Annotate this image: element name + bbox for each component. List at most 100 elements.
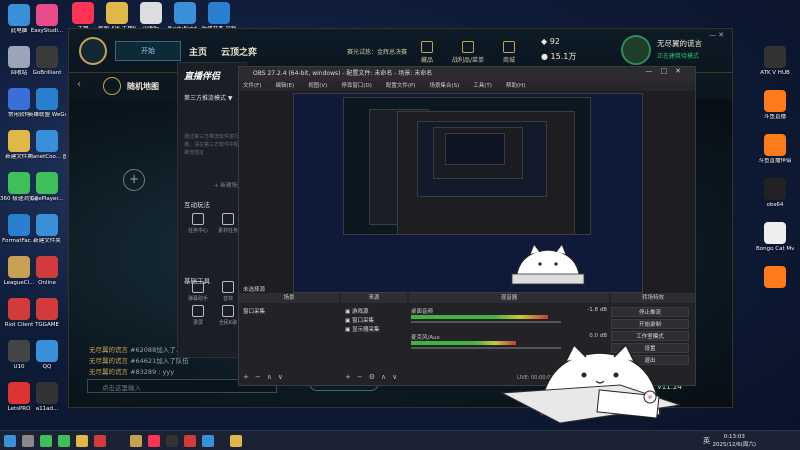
obs-menu-item[interactable]: 编辑(E) xyxy=(275,83,294,89)
desktop-icon-left-8-icon xyxy=(8,340,30,362)
stream-mode-select[interactable]: 第三方推流模式 ▼ xyxy=(184,93,244,102)
browser-icon[interactable] xyxy=(58,435,70,447)
companion-tool[interactable]: 任务中心 xyxy=(186,213,210,234)
tool-label: 任务中心 xyxy=(187,228,208,234)
nav-home[interactable]: 主页 xyxy=(189,45,207,58)
nav-tft[interactable]: 云顶之弈 xyxy=(221,45,257,58)
desktop-icon-col2-8[interactable]: QQ xyxy=(28,340,66,371)
back-arrow-icon[interactable]: ‹ xyxy=(77,79,81,90)
obs-menu-item[interactable]: 文件(F) xyxy=(243,83,261,89)
invite-plus-icon[interactable]: + xyxy=(123,169,145,191)
desktop-icon-col2-0[interactable]: EasyStudi... xyxy=(28,4,66,35)
no-source-selected: 未选择源 xyxy=(243,287,266,293)
companion-tool[interactable]: 全民K歌 xyxy=(216,305,240,326)
league-taskbar-icon[interactable] xyxy=(130,435,142,447)
chat-line-name: 无尽翼的谎言 xyxy=(89,357,131,365)
obs-menu-item[interactable]: 工具(T) xyxy=(473,83,492,89)
obs-control-button[interactable]: 开始录制 xyxy=(611,319,689,329)
summoner-status: 正在建筑待模式 xyxy=(657,53,700,60)
desktop-icon-col2-7[interactable]: TGGAME xyxy=(28,298,66,329)
system-clock[interactable]: 0:13:03 2025/12/6(周六) xyxy=(713,433,757,449)
obs-menu-item[interactable]: 视图(V) xyxy=(308,83,327,89)
desktop-icon-col2-3[interactable]: PlanetCoo... 图片方式 xyxy=(28,130,66,161)
obs-source-item[interactable]: ▣ 游戏源 xyxy=(345,307,368,315)
desktop-icon-col2-7-icon xyxy=(36,298,58,320)
desktop-icon-right-2-label: 斗鱼直播伴侣 xyxy=(758,158,792,164)
league-logo-icon xyxy=(79,37,107,65)
obs-menu-item[interactable]: 停靠窗口(D) xyxy=(341,83,372,89)
desktop-icon-right-5[interactable] xyxy=(756,266,794,290)
summoner-avatar[interactable] xyxy=(621,35,651,65)
desktop-icon-col2-6[interactable]: Online xyxy=(28,256,66,287)
app-icon-red[interactable] xyxy=(94,435,106,447)
desktop-icon-col2-2[interactable]: 英雄联盟 WeGame xyxy=(28,88,66,119)
obs-window-controls[interactable]: —□✕ xyxy=(646,67,689,75)
mixer-volume-slider[interactable] xyxy=(411,321,561,323)
currency-panel: ◆ 92 ● 15.1万 xyxy=(537,35,611,67)
companion-tool[interactable]: 录屏 xyxy=(186,305,210,326)
app-taskbar-icon[interactable] xyxy=(202,435,214,447)
obs-source-item[interactable]: ▣ 显示器采集 xyxy=(345,325,379,333)
obs-menu-bar: 文件(F) 编辑(E) 视图(V) 停靠窗口(D) 配置文件(P) 场景集合(S) 工具(T… xyxy=(239,81,695,91)
companion-tool[interactable]: 音效 xyxy=(216,281,240,302)
desktop-icon-right-0-label: ATK V HUB xyxy=(760,70,790,76)
desktop-icon-col2-1[interactable]: GoBrilliant xyxy=(28,46,66,77)
scene-item[interactable]: 窗口采集 xyxy=(243,307,265,315)
search-icon[interactable] xyxy=(22,435,34,447)
chat-line-text: #62088加入了... xyxy=(130,346,182,354)
obs-menu-item[interactable]: 场景集合(S) xyxy=(429,83,459,89)
desktop-icon-col2-1-label: GoBrilliant xyxy=(32,70,62,76)
desktop-icon-right-4[interactable]: Bongo Cat Mver (2) xyxy=(756,222,794,253)
desktop-icon-col2-1-icon xyxy=(36,46,58,68)
riot-points-value: 15.1万 xyxy=(550,52,577,61)
obs-control-button[interactable]: 工作室模式 xyxy=(611,331,689,341)
wechat-icon[interactable] xyxy=(40,435,52,447)
desktop-icon-right-3-label: obs64 xyxy=(766,202,784,208)
desktop-icon-left-3-icon xyxy=(8,130,30,152)
clock-date: 2025/12/6(周六) xyxy=(712,442,757,448)
desktop-icon-col2-9[interactable]: a11ad... xyxy=(28,382,66,413)
clock-time: 0:13:03 xyxy=(723,434,745,440)
tool-label: 音效 xyxy=(222,296,233,302)
input-language[interactable]: 英 xyxy=(703,436,710,446)
desktop-icon-col2-5[interactable]: 新建文件夹 xyxy=(28,214,66,245)
desktop-icon-col2-8-icon xyxy=(36,340,58,362)
riot-points-display: ● 15.1万 xyxy=(541,52,577,61)
chat-line-name: 无尽翼的谎言 xyxy=(89,346,131,354)
taskbar: 英 0:13:03 2025/12/6(周六) xyxy=(0,430,800,450)
obs-menu-item[interactable]: 帮助(H) xyxy=(506,83,525,89)
file-explorer-icon[interactable] xyxy=(76,435,88,447)
desktop-icon-right-0[interactable]: ATK V HUB xyxy=(756,46,794,77)
app-taskbar-icon-2[interactable] xyxy=(230,435,242,447)
nav-store[interactable]: 商城 xyxy=(491,41,527,64)
scene-toolbar[interactable]: +−∧∨ xyxy=(243,373,289,381)
source-toolbar[interactable]: +−⚙∧∨ xyxy=(345,373,403,381)
desktop-icon-col2-4[interactable]: GeePlayer... xyxy=(28,172,66,203)
nav-collection[interactable]: 藏品 xyxy=(409,41,445,64)
mixer-dock-header: 混音器 xyxy=(409,293,609,303)
companion-tool[interactable]: 弹幕助手 xyxy=(186,281,210,302)
obs-control-button[interactable]: 停止推流 xyxy=(611,307,689,317)
obs-source-item[interactable]: ▣ 窗口采集 xyxy=(345,316,374,324)
nav-season-event[interactable]: 赛光试炼：金辉总决赛 xyxy=(337,47,417,56)
play-button[interactable]: 开始 xyxy=(115,41,181,61)
league-window-controls[interactable]: — ✕ xyxy=(709,31,724,39)
desktop-icon-left-5-icon xyxy=(8,214,30,236)
obs-preview[interactable] xyxy=(293,93,643,293)
desktop-icon-right-3[interactable]: obs64 xyxy=(756,178,794,209)
streaming-taskbar-icon[interactable] xyxy=(148,435,160,447)
obs-menu-item[interactable]: 配置文件(P) xyxy=(386,83,416,89)
streaming-companion-logo: 直播伴侣 xyxy=(184,72,221,82)
obs-taskbar-icon[interactable] xyxy=(166,435,178,447)
riot-taskbar-icon[interactable] xyxy=(184,435,196,447)
nav-loot[interactable]: 战利品/菜单 xyxy=(447,41,489,64)
obs-title-bar: OBS 27.2.4 (64-bit, windows) - 配置文件: 未命名… xyxy=(239,67,695,81)
tool-icon xyxy=(222,213,234,225)
companion-tool[interactable]: 素材任务 xyxy=(216,213,240,234)
desktop-icon-right-2[interactable]: 斗鱼直播伴侣 xyxy=(756,134,794,165)
stream-mode-description: 通过第三方推流软件进行直播，请在第三方软件中配置推流地址 xyxy=(184,134,245,156)
desktop-icon-right-1[interactable]: 斗鱼直播 xyxy=(756,90,794,121)
tool-label: 全民K歌 xyxy=(218,320,238,326)
start-menu-icon[interactable] xyxy=(4,435,16,447)
desktop-icon-top-4-icon xyxy=(208,2,230,24)
